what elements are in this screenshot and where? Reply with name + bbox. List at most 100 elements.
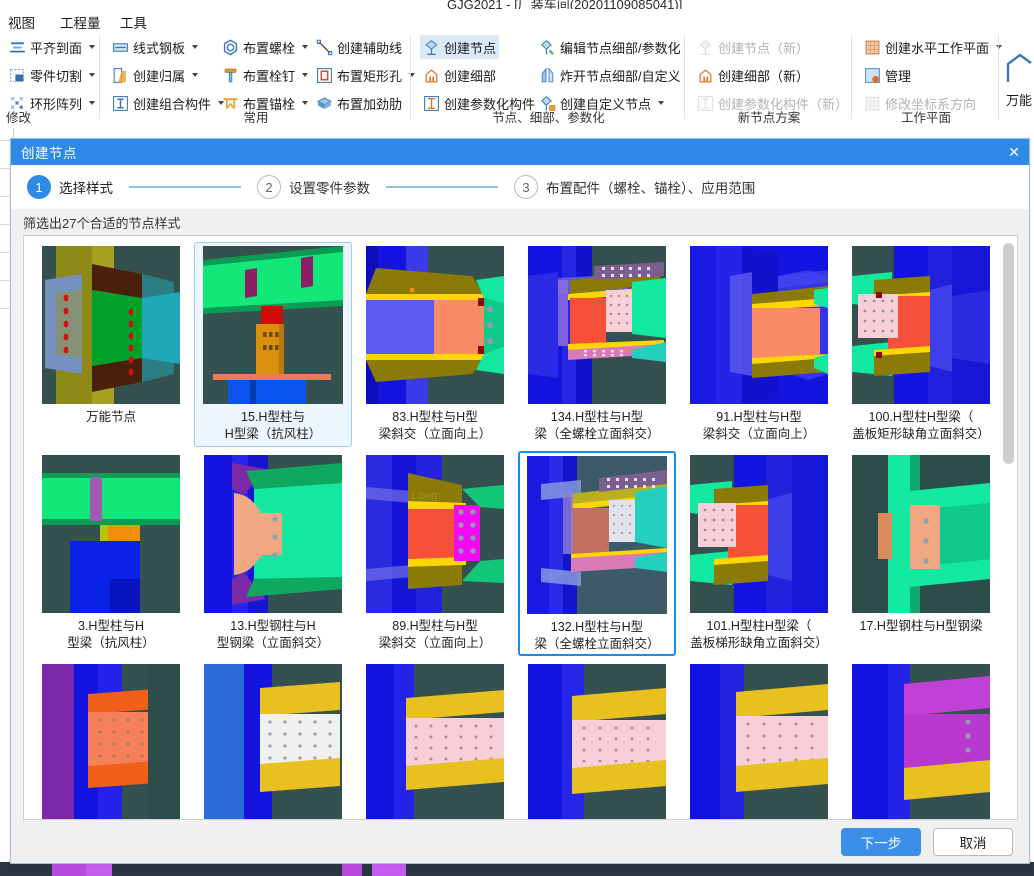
style-card-style-107[interactable]: 107.H型柱与H型梁 xyxy=(356,660,514,819)
ribbon-group-joint-detail-param: 创建节点 创建细部 创建参数化构件 编辑节点细部/参数化 炸开节点细部/自定义 … xyxy=(412,31,685,128)
style-card-style-91[interactable]: 91.H型柱与H型 梁斜交（立面向上） xyxy=(680,242,838,447)
step-connector xyxy=(386,186,498,188)
style-card-style-83[interactable]: 83.H型柱与H型 梁斜交（立面向上） xyxy=(356,242,514,447)
filter-result-text: 筛选出27个合适的节点样式 xyxy=(23,215,181,231)
ribbon-button-edit-joint-detail[interactable]: 编辑节点细部/参数化 xyxy=(536,35,684,59)
style-card-style-89[interactable]: 1.png 89.H型柱与H型 梁斜交（立面向上） xyxy=(356,451,514,656)
ribbon-label: 炸开节点细部/自定义 xyxy=(560,68,681,84)
chevron-down-icon[interactable] xyxy=(302,73,309,77)
chevron-down-icon[interactable] xyxy=(89,45,96,49)
create-joint-new-icon xyxy=(699,39,712,55)
style-card-style-15[interactable]: 15.H型柱与 H型梁（抗风柱） xyxy=(194,242,352,447)
step-label: 布置配件（螺栓、锚栓）、应用范围 xyxy=(546,181,756,196)
style-thumbnail xyxy=(528,664,666,819)
ribbon-button-place-stud[interactable]: 布置栓钉 xyxy=(219,63,311,87)
next-step-button[interactable]: 下一步 xyxy=(841,828,921,856)
place-stud-icon xyxy=(224,68,237,82)
step-3-place-accessories[interactable]: 3 布置配件（螺栓、锚栓）、应用范围 xyxy=(514,175,755,199)
ribbon-label: 平齐到面 xyxy=(30,40,83,56)
cancel-button[interactable]: 取消 xyxy=(933,828,1013,856)
close-icon[interactable]: ✕ xyxy=(1003,142,1025,162)
style-thumbnail xyxy=(852,455,990,613)
style-card-style-134[interactable]: 134.H型柱与H型 梁（全螺栓立面斜交） xyxy=(518,242,676,447)
style-thumbnail xyxy=(690,246,828,404)
ribbon-group-workplane: 创建水平工作平面 管理 修改坐标系方向 工作平面 xyxy=(853,31,1003,128)
style-card-style-14[interactable]: 14.H型柱与H xyxy=(842,660,1000,819)
wizard-stepper: 1 选择样式 2 设置零件参数 3 布置配件（螺栓、锚栓）、应用范围 xyxy=(11,165,1029,209)
align-to-face-icon xyxy=(10,41,25,52)
style-card-style-13[interactable]: 13.H型钢柱与H 型钢梁（立面斜交） xyxy=(194,451,352,656)
place-rect-hole-icon xyxy=(317,67,332,83)
ribbon-toolbar: 平齐到面 零件切割 环形阵列 修改 线式钢板 创建归属 创建组合构件 布置螺栓 … xyxy=(0,31,1034,129)
chevron-down-icon[interactable] xyxy=(192,73,199,77)
style-thumbnail xyxy=(852,246,990,404)
ribbon-button-place-bolt[interactable]: 布置螺栓 xyxy=(219,35,311,59)
dialog-title-bar: 创建节点 ✕ xyxy=(11,139,1029,165)
chevron-down-icon[interactable] xyxy=(302,101,309,105)
style-caption: 134.H型柱与H型 梁（全螺栓立面斜交） xyxy=(534,410,660,441)
ribbon-button-create-detail-new[interactable]: 创建细部（新） xyxy=(694,63,812,87)
style-card-style-103[interactable]: 103.H型柱H型梁 xyxy=(518,660,676,819)
style-thumbnail xyxy=(528,246,666,404)
step-2-part-params[interactable]: 2 设置零件参数 xyxy=(257,175,370,199)
menu-item-tools[interactable]: 工具 xyxy=(116,11,151,33)
style-card-style-110[interactable]: 110.H型柱与H xyxy=(194,660,352,819)
ribbon-button-create-attribution[interactable]: 创建归属 xyxy=(109,63,201,87)
style-thumbnail xyxy=(203,246,343,404)
universal-joint-icon xyxy=(1006,53,1032,82)
viewport-strip xyxy=(0,862,1034,876)
ribbon-group-universal: 万能 xyxy=(1000,31,1034,128)
ribbon-label: 创建细部 xyxy=(444,68,497,84)
style-caption: 83.H型柱与H型 梁斜交（立面向上） xyxy=(378,410,492,441)
style-card-style-17[interactable]: 17.H型钢柱与H型钢梁 xyxy=(842,451,1000,656)
style-card-universal[interactable]: 万能节点 xyxy=(32,242,190,447)
style-card-style-102[interactable]: 102.H型柱H xyxy=(680,660,838,819)
ribbon-group-new-joint-scheme: 创建节点（新） 创建细部（新） 创建参数化构件（新） 新节点方案 xyxy=(686,31,852,128)
create-joint-dialog: 创建节点 ✕ 1 选择样式 2 设置零件参数 3 布置配件（螺栓、锚栓）、应用范… xyxy=(10,138,1030,864)
ribbon-button-manage-workplane[interactable]: 管理 xyxy=(861,63,914,87)
chevron-down-icon[interactable] xyxy=(89,101,96,105)
style-caption: 89.H型柱与H型 梁斜交（立面向上） xyxy=(378,619,492,650)
ribbon-group-title: 修改 xyxy=(6,111,32,125)
ribbon-button-universal-joint[interactable]: 万能 xyxy=(986,33,1034,125)
ribbon-button-create-detail[interactable]: 创建细部 xyxy=(420,63,499,87)
style-card-style-100[interactable]: 100.H型柱H型梁（ 盖板矩形缺角立面斜交） xyxy=(842,242,1000,447)
create-guide-line-icon xyxy=(316,39,333,55)
style-thumbnail: 1.png xyxy=(366,455,504,613)
ribbon-button-place-rect-hole[interactable]: 布置矩形孔 xyxy=(313,63,418,87)
dialog-footer: 下一步 取消 xyxy=(11,821,1029,863)
chevron-down-icon[interactable] xyxy=(89,73,96,77)
menu-item-quantity[interactable]: 工程量 xyxy=(56,11,105,33)
manage-workplane-icon xyxy=(865,67,880,83)
explode-joint-icon xyxy=(541,67,554,82)
ribbon-button-align-to-face[interactable]: 平齐到面 xyxy=(6,35,98,59)
style-card-style-101[interactable]: 101.H型柱H型梁（ 盖板梯形缺角立面斜交） xyxy=(680,451,838,656)
style-thumbnail xyxy=(42,246,180,404)
ribbon-button-line-steel-plate[interactable]: 线式钢板 xyxy=(109,35,201,59)
menu-item-view[interactable]: 视图 xyxy=(4,11,39,33)
scrollbar-thumb[interactable] xyxy=(1003,242,1014,465)
ribbon-button-create-guide-line[interactable]: 创建辅助线 xyxy=(313,35,405,59)
ribbon-button-create-joint-new[interactable]: 创建节点（新） xyxy=(694,35,812,59)
ribbon-button-part-cut[interactable]: 零件切割 xyxy=(6,63,98,87)
ribbon-button-create-horizontal-workplane[interactable]: 创建水平工作平面 xyxy=(861,35,1005,59)
vertical-scrollbar[interactable] xyxy=(1001,237,1016,819)
style-thumbnail xyxy=(42,455,180,613)
style-card-style-3[interactable]: 3.H型柱与H 型梁（抗风柱） xyxy=(32,451,190,656)
ribbon-label: 创建节点 xyxy=(444,40,497,56)
chevron-down-icon[interactable] xyxy=(658,101,665,105)
style-caption: 101.H型柱H型梁（ 盖板梯形缺角立面斜交） xyxy=(690,619,828,650)
ribbon-group-common: 线式钢板 创建归属 创建组合构件 布置螺栓 布置栓钉 布置锚栓 创建辅助线 布置… xyxy=(101,31,416,128)
chevron-down-icon[interactable] xyxy=(192,45,199,49)
style-card-style-111[interactable]: 111.H型柱与H型梁 xyxy=(32,660,190,819)
style-card-style-132[interactable]: 132.H型柱与H型 梁（全螺栓立面斜交） xyxy=(518,451,676,656)
dialog-title: 创建节点 xyxy=(21,146,77,161)
ribbon-label: 创建辅助线 xyxy=(337,40,403,56)
chevron-down-icon[interactable] xyxy=(302,45,309,49)
step-1-select-style[interactable]: 1 选择样式 xyxy=(27,175,113,199)
ribbon-label: 布置栓钉 xyxy=(243,68,296,84)
style-thumbnail xyxy=(690,664,828,819)
ribbon-button-create-joint[interactable]: 创建节点 xyxy=(420,35,500,59)
style-caption: 15.H型柱与 H型梁（抗风柱） xyxy=(224,410,322,441)
ribbon-button-explode-joint[interactable]: 炸开节点细部/自定义 xyxy=(536,63,684,87)
